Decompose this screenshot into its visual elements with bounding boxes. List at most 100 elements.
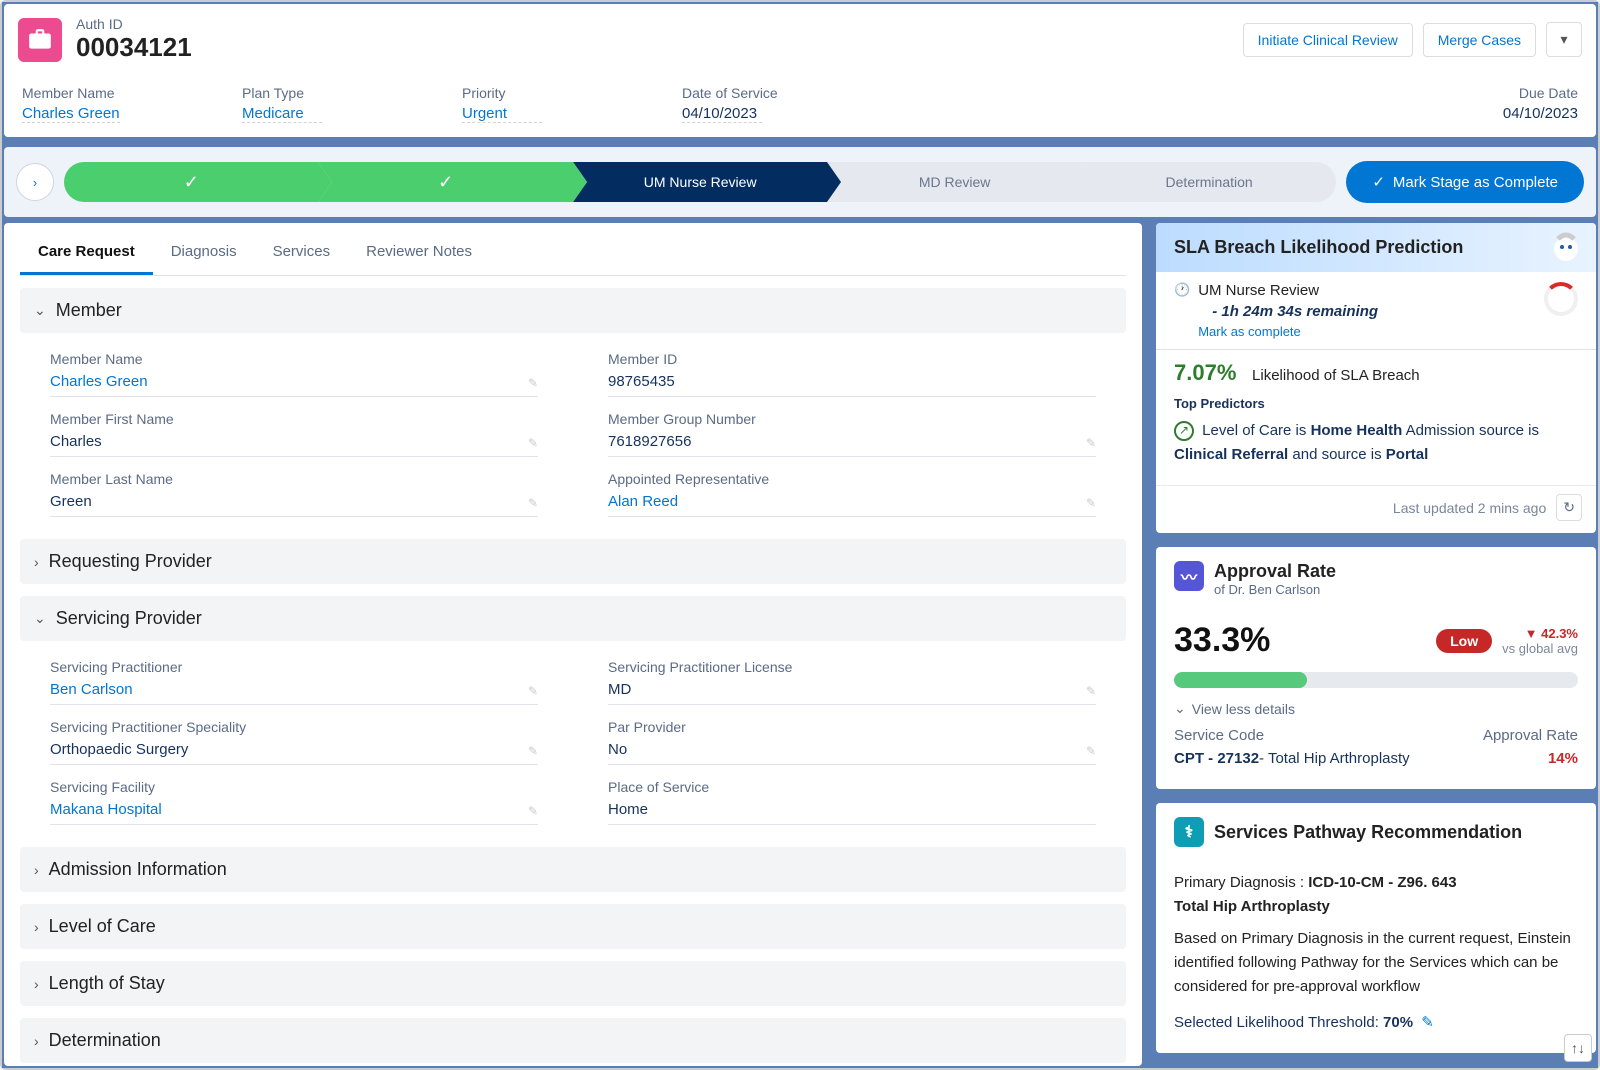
chevron-right-icon: › — [34, 919, 39, 935]
section-determination[interactable]: ›Determination — [20, 1018, 1126, 1063]
field-label: Servicing Facility — [50, 779, 538, 795]
edit-icon[interactable]: ✎ — [528, 804, 538, 818]
refresh-button[interactable]: ↻ — [1556, 494, 1582, 521]
chevron-right-icon: › — [34, 554, 39, 570]
loading-spinner-icon — [1544, 282, 1578, 316]
pathway-icon: ⚕ — [1174, 817, 1204, 847]
section-servicing-provider[interactable]: ⌄ Servicing Provider — [20, 596, 1126, 641]
group-number-value: 7618927656 — [608, 433, 691, 450]
field-label: Priority — [462, 85, 642, 101]
tab-care-request[interactable]: Care Request — [20, 229, 153, 275]
field-label: Place of Service — [608, 779, 1096, 795]
section-title: Length of Stay — [49, 973, 165, 994]
stage-complete-1[interactable]: ✓ — [64, 162, 318, 202]
mark-stage-label: Mark Stage as Complete — [1393, 174, 1558, 191]
approval-progress-bar — [1174, 672, 1578, 688]
threshold-value: 70% — [1383, 1014, 1413, 1031]
stage-path: ✓ ✓ UM Nurse Review MD Review Determinat… — [64, 162, 1336, 202]
mark-stage-complete-button[interactable]: ✓ Mark Stage as Complete — [1346, 161, 1584, 203]
sla-breach-label: Likelihood of SLA Breach — [1252, 367, 1420, 384]
section-level-of-care[interactable]: ›Level of Care — [20, 904, 1126, 949]
low-badge: Low — [1436, 629, 1492, 653]
edit-icon[interactable]: ✎ — [528, 376, 538, 390]
member-name-link[interactable]: Charles Green — [50, 373, 148, 390]
sla-time-remaining: - 1h 24m 34s remaining — [1212, 303, 1536, 320]
field-label: Member Name — [22, 85, 202, 101]
predictor-text: ↗ Level of Care is Home Health Admission… — [1174, 419, 1578, 467]
chevron-right-icon: › — [34, 1033, 39, 1049]
edit-icon[interactable]: ✎ — [1086, 744, 1096, 758]
diag-label: Primary Diagnosis : — [1174, 874, 1308, 891]
speciality-value: Orthopaedic Surgery — [50, 741, 188, 758]
field-label: Member Group Number — [608, 411, 1096, 427]
appointed-rep-link[interactable]: Alan Reed — [608, 493, 678, 510]
last-name-value: Green — [50, 493, 92, 510]
license-value: MD — [608, 681, 631, 698]
stage-current[interactable]: UM Nurse Review — [573, 162, 827, 202]
service-code-header: Service Code — [1174, 727, 1410, 744]
more-actions-dropdown[interactable]: ▾ — [1546, 22, 1582, 57]
chevron-down-icon: ⌄ — [34, 302, 46, 319]
approval-percent: 33.3% — [1174, 621, 1270, 660]
edit-icon[interactable]: ✎ — [1086, 684, 1096, 698]
field-label: Plan Type — [242, 85, 422, 101]
approval-rate-subtitle: of Dr. Ben Carlson — [1214, 582, 1336, 597]
tab-services[interactable]: Services — [255, 229, 349, 275]
check-icon: ✓ — [184, 172, 199, 193]
clock-icon: 🕐 — [1174, 282, 1190, 298]
section-title: Admission Information — [49, 859, 227, 880]
section-title: Servicing Provider — [56, 608, 202, 629]
edit-icon[interactable]: ✎ — [528, 496, 538, 510]
edit-threshold-button[interactable]: ✎ — [1421, 1014, 1434, 1031]
sla-stage-name: UM Nurse Review — [1198, 282, 1536, 299]
threshold-label: Selected Likelihood Threshold: — [1174, 1014, 1383, 1031]
initiate-clinical-review-button[interactable]: Initiate Clinical Review — [1243, 23, 1413, 57]
sla-breach-percent: 7.07% — [1174, 360, 1236, 385]
merge-cases-button[interactable]: Merge Cases — [1423, 23, 1536, 57]
practitioner-link[interactable]: Ben Carlson — [50, 681, 133, 698]
top-predictors-heading: Top Predictors — [1174, 396, 1578, 411]
check-icon: ✓ — [1372, 173, 1385, 191]
field-label: Due Date — [1398, 85, 1578, 101]
facility-link[interactable]: Makana Hospital — [50, 801, 162, 818]
delta-label: vs global avg — [1502, 641, 1578, 656]
sort-toggle-button[interactable]: ↑↓ — [1564, 1034, 1592, 1062]
chevron-right-icon: › — [34, 976, 39, 992]
edit-icon[interactable]: ✎ — [1086, 436, 1096, 450]
approval-rate-header: Approval Rate — [1483, 727, 1578, 744]
field-label: Member First Name — [50, 411, 538, 427]
stage-pending-1[interactable]: MD Review — [827, 162, 1081, 202]
member-name-link[interactable]: Charles Green — [22, 105, 120, 123]
date-of-service-value: 04/10/2023 — [682, 105, 762, 123]
par-provider-value: No — [608, 741, 627, 758]
pathway-title: Services Pathway Recommendation — [1214, 822, 1522, 843]
section-admission-info[interactable]: ›Admission Information — [20, 847, 1126, 892]
section-member[interactable]: ⌄ Member — [20, 288, 1126, 333]
mark-as-complete-link[interactable]: Mark as complete — [1198, 324, 1536, 339]
due-date-value: 04/10/2023 — [1498, 105, 1578, 122]
tab-diagnosis[interactable]: Diagnosis — [153, 229, 255, 275]
chevron-down-icon: ⌄ — [1174, 700, 1186, 717]
approval-rate-title: Approval Rate — [1214, 561, 1336, 582]
section-length-of-stay[interactable]: › Length of Stay — [20, 961, 1126, 1006]
section-requesting-provider[interactable]: › Requesting Provider — [20, 539, 1126, 584]
edit-icon[interactable]: ✎ — [528, 436, 538, 450]
record-title: 00034121 — [76, 32, 192, 63]
section-title: Requesting Provider — [49, 551, 212, 572]
field-label: Par Provider — [608, 719, 1096, 735]
tab-reviewer-notes[interactable]: Reviewer Notes — [348, 229, 490, 275]
stage-complete-2[interactable]: ✓ — [318, 162, 572, 202]
edit-icon[interactable]: ✎ — [528, 744, 538, 758]
edit-icon[interactable]: ✎ — [1086, 496, 1096, 510]
stage-pending-2[interactable]: Determination — [1082, 162, 1336, 202]
stage-expand-button[interactable]: › — [16, 163, 54, 201]
edit-icon[interactable]: ✎ — [528, 684, 538, 698]
chevron-down-icon: ⌄ — [34, 610, 46, 627]
record-subtitle: Auth ID — [76, 16, 192, 32]
view-less-details-toggle[interactable]: ⌄ View less details — [1174, 700, 1578, 717]
plan-type-link[interactable]: Medicare — [242, 105, 322, 123]
field-label: Member Name — [50, 351, 538, 367]
field-label: Servicing Practitioner License — [608, 659, 1096, 675]
record-type-icon — [18, 18, 62, 62]
priority-link[interactable]: Urgent — [462, 105, 542, 123]
